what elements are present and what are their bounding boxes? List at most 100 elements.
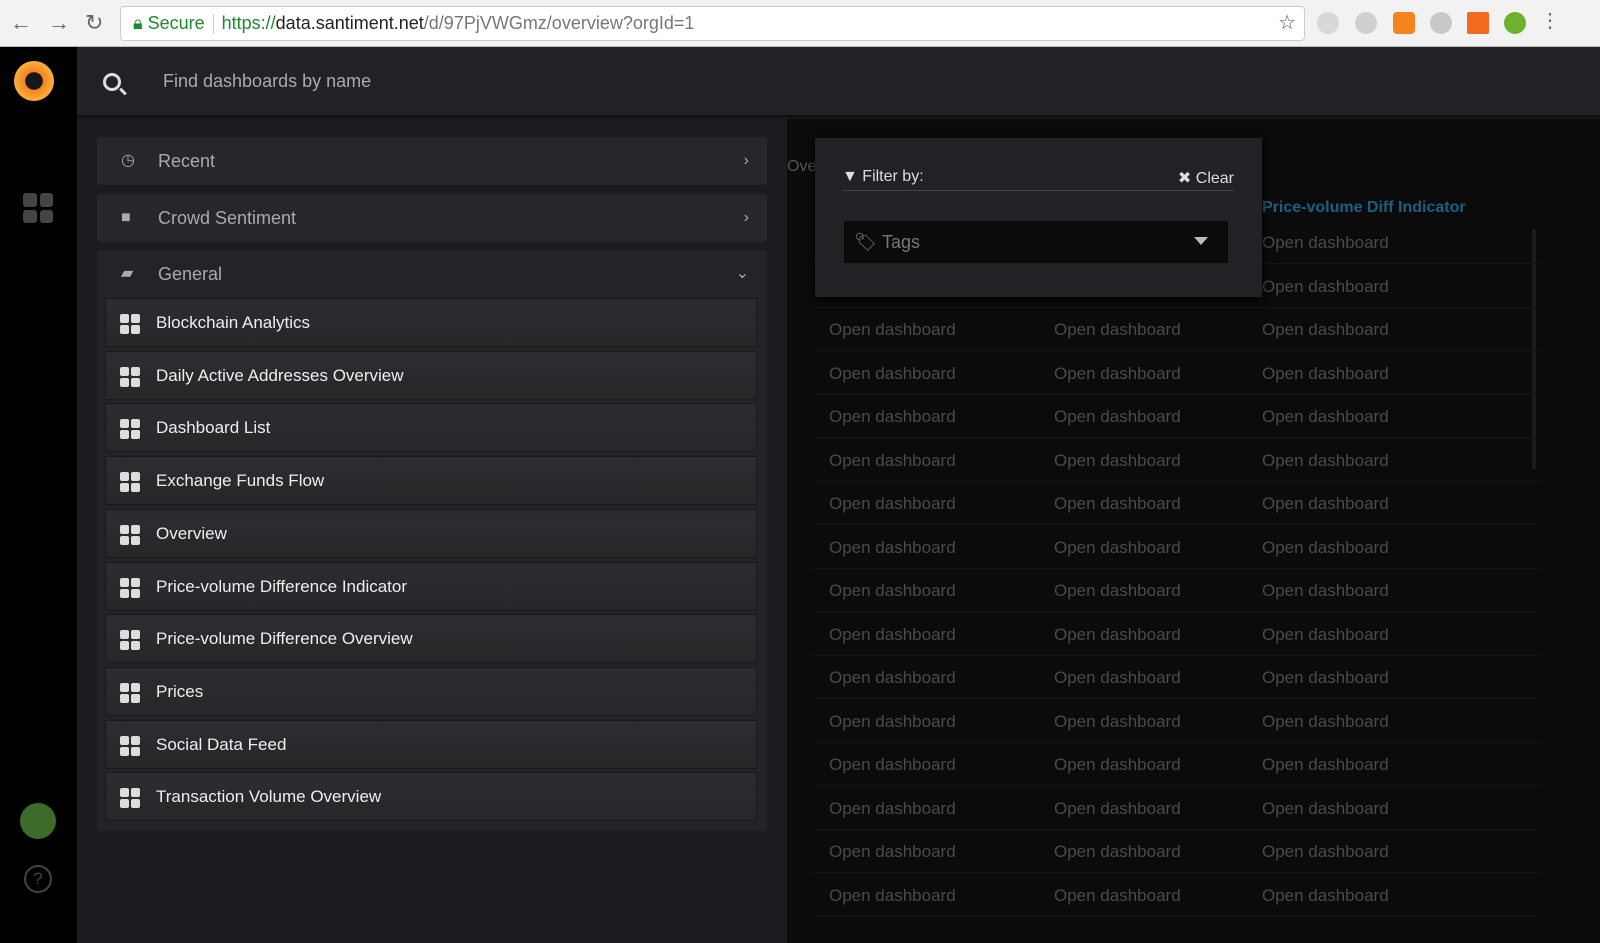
dashboard-item[interactable]: Daily Active Addresses Overview [105,350,757,400]
dashboard-item[interactable]: Overview [105,508,757,558]
folder-crowd-sentiment[interactable]: ■ Crowd Sentiment › [97,194,767,242]
open-dashboard-link[interactable]: Open dashboard [1054,407,1181,427]
open-dashboard-link[interactable]: Open dashboard [1262,277,1389,297]
open-dashboard-link[interactable]: Open dashboard [829,451,956,471]
browser-menu-icon[interactable]: ⋮ [1540,8,1560,33]
folder-icon: ■ [121,209,131,226]
dashboard-grid-icon [120,472,140,493]
open-dashboard-link[interactable]: Open dashboard [1262,625,1389,645]
clear-button[interactable]: ✖ Clear [1178,168,1234,188]
row-divider [812,350,1542,351]
open-dashboard-link[interactable]: Open dashboard [1054,755,1181,775]
open-dashboard-link[interactable]: Open dashboard [1262,451,1389,471]
open-dashboard-link[interactable]: Open dashboard [829,538,956,558]
scrollbar[interactable] [1532,229,1536,469]
avatar[interactable] [20,803,56,839]
open-dashboard-link[interactable]: Open dashboard [829,842,956,862]
browser-chrome: ← → ↻ 🔒︎ Secure https://data.santiment.ne… [0,0,1600,47]
open-dashboard-link[interactable]: Open dashboard [829,494,956,514]
open-dashboard-link[interactable]: Open dashboard [1054,320,1181,340]
row-divider [812,611,1542,612]
open-dashboard-link[interactable]: Open dashboard [1262,538,1389,558]
dashboard-item[interactable]: Dashboard List [105,403,757,453]
open-dashboard-link[interactable]: Open dashboard [1262,668,1389,688]
open-dashboard-link[interactable]: Open dashboard [1054,625,1181,645]
dashboard-item[interactable]: Prices [105,666,757,716]
extension-circle-icon[interactable] [1355,12,1377,34]
dashboard-label: Transaction Volume Overview [156,787,382,807]
folder-label: Recent [158,151,216,171]
dashboard-grid-icon [120,682,140,703]
open-dashboard-link[interactable]: Open dashboard [1054,538,1181,558]
open-dashboard-link[interactable]: Open dashboard [1262,494,1389,514]
row-divider [812,480,1542,482]
tags-placeholder: Tags [882,232,921,252]
open-dashboard-link[interactable]: Open dashboard [1262,233,1389,253]
open-dashboard-link[interactable]: Open dashboard [829,886,956,906]
open-dashboard-link[interactable]: Open dashboard [1262,407,1389,427]
forward-button[interactable]: → [48,10,70,36]
open-dashboard-link[interactable]: Open dashboard [1054,668,1181,688]
open-dashboard-link[interactable]: Open dashboard [1262,320,1389,340]
open-dashboard-link[interactable]: Open dashboard [1054,581,1181,601]
grafana-logo[interactable] [14,61,54,101]
open-dashboard-link[interactable]: Open dashboard [1054,886,1181,906]
url-scheme: https:// [221,13,276,33]
open-dashboard-link[interactable]: Open dashboard [829,407,956,427]
open-dashboard-link[interactable]: Open dashboard [1262,886,1389,906]
search-input[interactable] [163,71,763,92]
url-domain: data.santiment.net [275,13,424,33]
metamask-icon[interactable] [1393,12,1415,34]
caret-down-icon [1194,237,1208,245]
open-dashboard-link[interactable]: Open dashboard [1262,755,1389,775]
folder-general: ▰ General ⌄ Blockchain Analytics Daily Ac… [97,250,767,831]
row-divider [812,915,1542,917]
extension-chart-icon[interactable] [1467,12,1489,34]
open-dashboard-link[interactable]: Open dashboard [829,712,956,732]
bookmark-star-icon[interactable]: ☆ [1278,7,1296,40]
open-dashboard-link[interactable]: Open dashboard [1054,842,1181,862]
folder-recent[interactable]: ◷ Recent › [97,137,767,185]
open-dashboard-link[interactable]: Open dashboard [1262,842,1389,862]
open-dashboard-link[interactable]: Open dashboard [1054,712,1181,732]
dashboard-item[interactable]: Social Data Feed [105,719,757,769]
folder-label: General [158,264,223,284]
address-bar[interactable]: 🔒︎ Secure https://data.santiment.net/d/97… [120,6,1305,41]
tags-select[interactable]: 🏷︎ Tags [843,220,1229,264]
dashboard-grid-icon [120,366,140,387]
dashboard-label: Price-volume Difference Overview [156,629,413,649]
open-dashboard-link[interactable]: Open dashboard [829,364,956,384]
open-dashboard-link[interactable]: Open dashboard [829,625,956,645]
row-divider [812,437,1542,438]
dashboard-item[interactable]: Blockchain Analytics [105,298,757,347]
open-dashboard-link[interactable]: Open dashboard [1054,364,1181,384]
open-dashboard-link[interactable]: Open dashboard [829,581,956,601]
open-dashboard-link[interactable]: Open dashboard [829,668,956,688]
back-button[interactable]: ← [10,10,32,36]
dashboards-icon[interactable] [23,193,53,223]
filter-label: Filter by: [862,168,924,185]
search-icon [103,73,121,91]
open-dashboard-link[interactable]: Open dashboard [1262,581,1389,601]
dashboard-item[interactable]: Price-volume Difference Indicator [105,561,757,611]
reload-button[interactable]: ↻ [85,10,103,36]
open-dashboard-link[interactable]: Open dashboard [1054,799,1181,819]
open-dashboard-link[interactable]: Open dashboard [1054,494,1181,514]
open-dashboard-link[interactable]: Open dashboard [1262,712,1389,732]
extension-check-icon[interactable] [1504,12,1526,34]
extension-grey-icon[interactable] [1430,12,1452,34]
dashboard-item[interactable]: Exchange Funds Flow [105,456,757,506]
open-dashboard-link[interactable]: Open dashboard [1054,451,1181,471]
open-dashboard-link[interactable]: Open dashboard [829,320,956,340]
extension-s-icon[interactable] [1317,12,1339,34]
open-dashboard-link[interactable]: Open dashboard [829,755,956,775]
help-icon[interactable]: ? [24,865,52,893]
open-dashboard-link[interactable]: Open dashboard [829,799,956,819]
folder-general-header[interactable]: ▰ General ⌄ [97,250,767,298]
dashboard-item[interactable]: Price-volume Difference Overview [105,614,757,664]
dashboard-item[interactable]: Transaction Volume Overview [105,772,757,822]
row-divider [812,698,1542,699]
dashboard-label: Prices [156,681,204,701]
open-dashboard-link[interactable]: Open dashboard [1262,364,1389,384]
open-dashboard-link[interactable]: Open dashboard [1262,799,1389,819]
